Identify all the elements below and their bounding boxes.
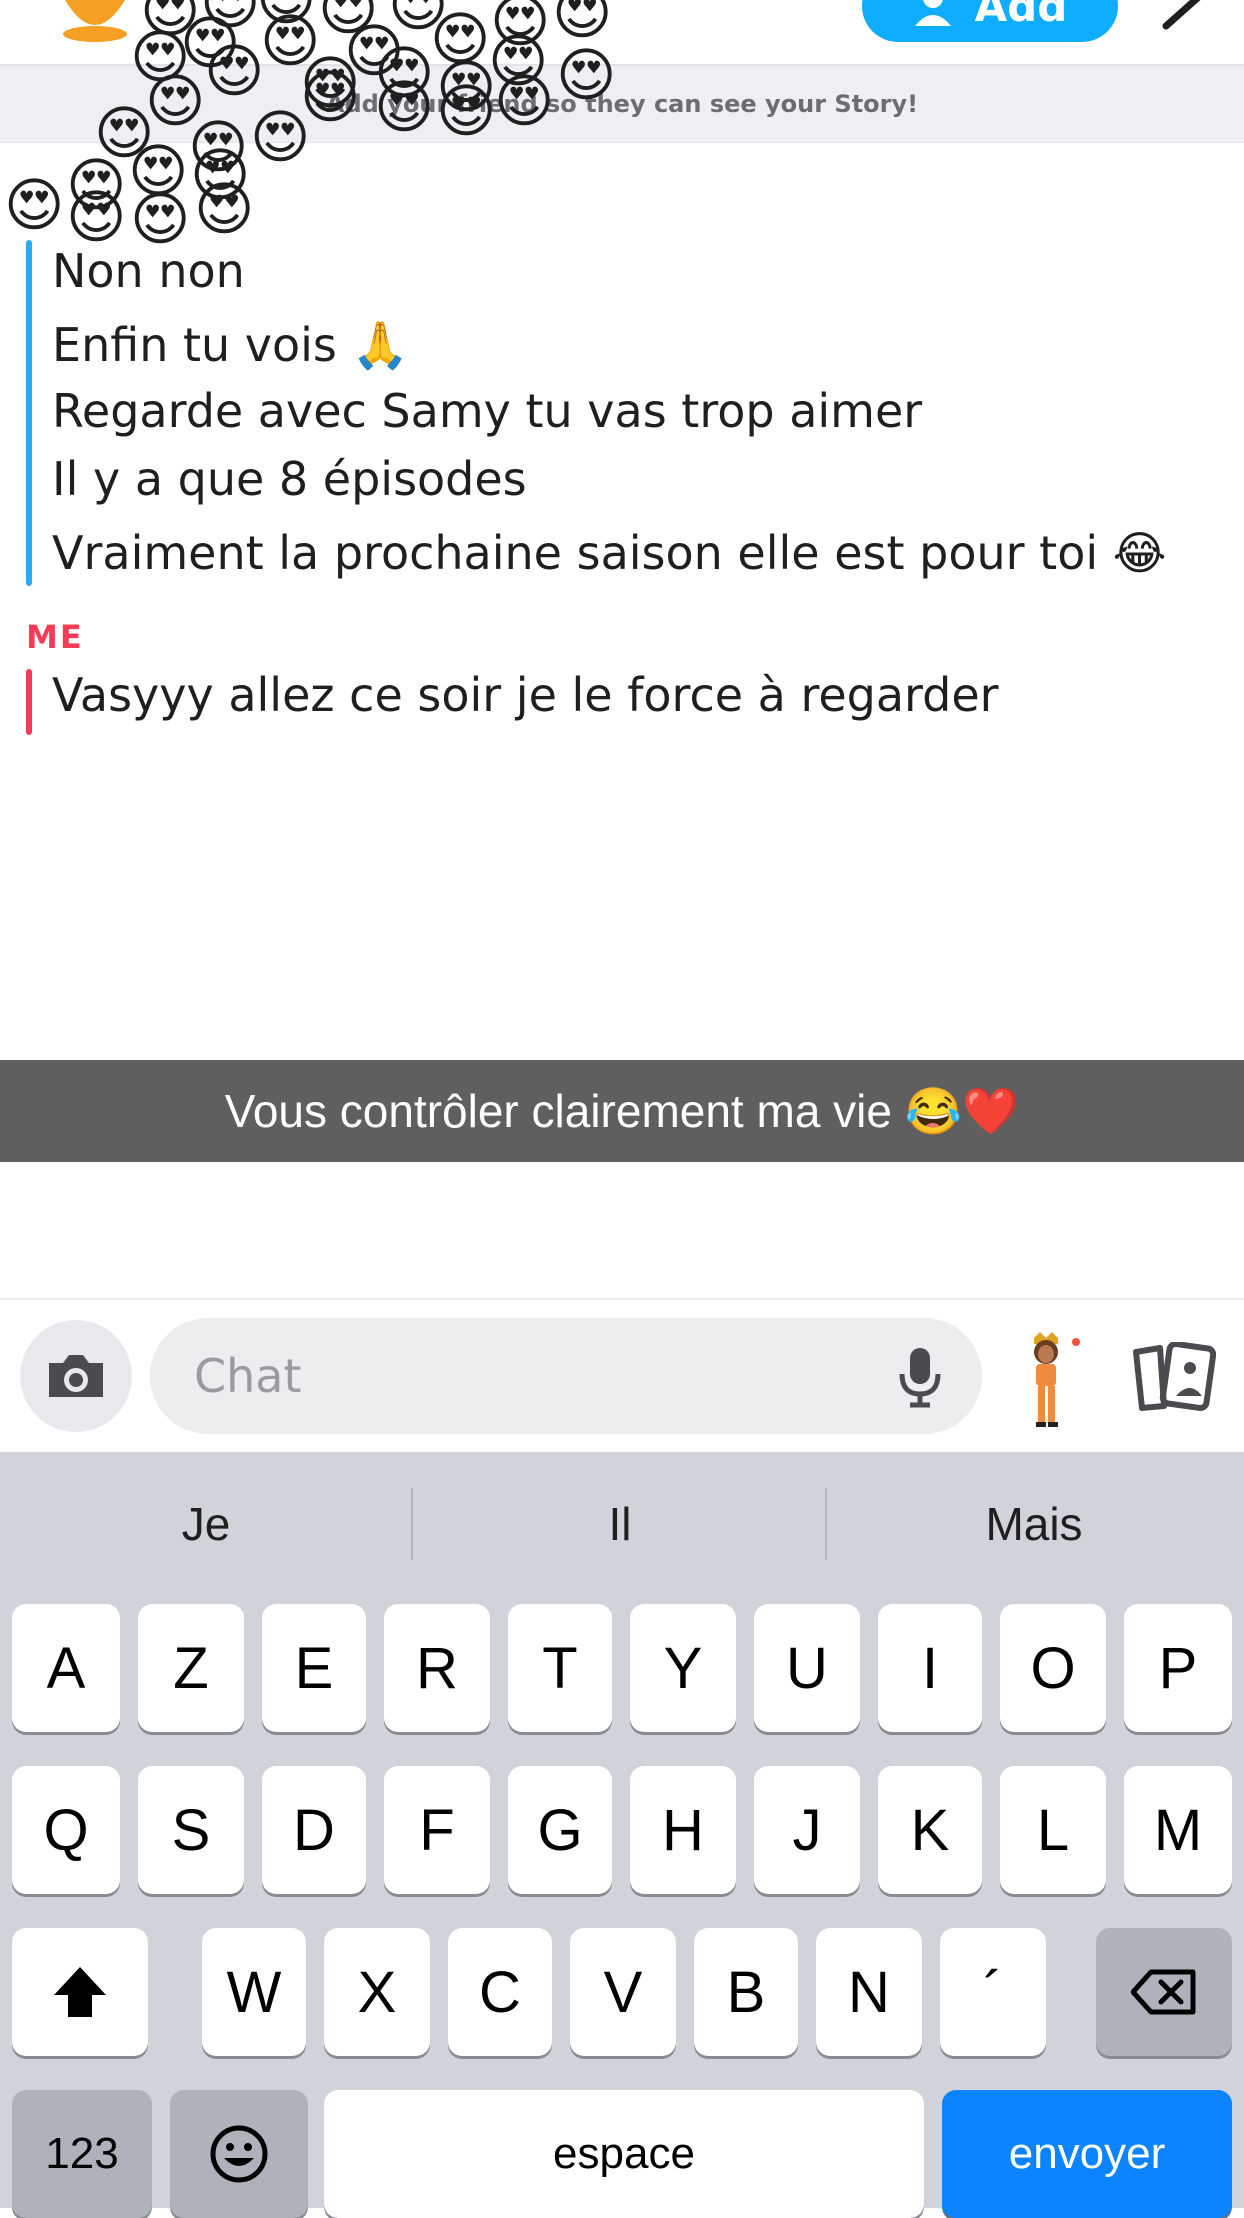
smiley-icon: [210, 2125, 268, 2183]
friend-message[interactable]: Non non: [52, 244, 245, 298]
key[interactable]: F: [384, 1766, 490, 1894]
heart-eyes-emoji-icon: 😍: [4, 171, 65, 239]
add-button-label: Add: [974, 0, 1068, 31]
bitmoji-avatar-icon[interactable]: [1012, 1330, 1082, 1430]
story-banner-text: Add your friend so they can see your Sto…: [325, 90, 919, 118]
emoji-key[interactable]: [170, 2090, 308, 2218]
heart-eyes-emoji-icon: 😍: [66, 183, 127, 251]
key[interactable]: L: [1000, 1766, 1106, 1894]
key[interactable]: Z: [138, 1604, 244, 1732]
chat-input[interactable]: [150, 1318, 982, 1434]
camera-icon: [49, 1355, 103, 1397]
key[interactable]: P: [1124, 1604, 1232, 1732]
heart-eyes-emoji-icon: 😍: [194, 175, 255, 243]
key[interactable]: M: [1124, 1766, 1232, 1894]
caption-text: Vous contrôler clairement ma vie 😂❤️: [224, 1084, 1020, 1137]
key[interactable]: N: [816, 1928, 922, 2056]
key[interactable]: S: [138, 1766, 244, 1894]
key[interactable]: H: [630, 1766, 736, 1894]
divider: [0, 1298, 1244, 1300]
friend-message[interactable]: Vraiment la prochaine saison elle est po…: [52, 526, 1167, 580]
key[interactable]: Q: [12, 1766, 120, 1894]
add-friend-icon: [914, 0, 951, 26]
key[interactable]: K: [878, 1766, 982, 1894]
space-key[interactable]: espace: [324, 2090, 924, 2218]
microphone-icon[interactable]: [896, 1346, 944, 1408]
key[interactable]: I: [878, 1604, 982, 1732]
pencil-icon[interactable]: [1160, 0, 1208, 30]
add-friend-button[interactable]: Add: [862, 0, 1118, 42]
key[interactable]: W: [202, 1928, 306, 2056]
key[interactable]: G: [508, 1766, 612, 1894]
story-banner: Add your friend so they can see your Sto…: [0, 66, 1244, 143]
backspace-icon: [1131, 1969, 1196, 2015]
shift-key[interactable]: [12, 1928, 148, 2056]
send-key[interactable]: envoyer: [942, 2090, 1232, 2218]
friend-message[interactable]: Enfin tu vois 🙏: [52, 318, 409, 373]
key[interactable]: X: [324, 1928, 430, 2056]
suggestion-divider: [411, 1488, 413, 1560]
suggestion-item[interactable]: Mais: [828, 1452, 1240, 1596]
me-message-bar: [26, 669, 32, 735]
key[interactable]: B: [694, 1928, 798, 2056]
key[interactable]: U: [754, 1604, 860, 1732]
camera-button[interactable]: [20, 1320, 132, 1432]
keyboard: Je Il Mais A Z E R T Y U I O P Q S D F G…: [0, 1452, 1244, 2218]
heart-eyes-emoji-icon: 😍: [66, 151, 127, 219]
me-sender-label: ME: [26, 618, 84, 656]
key[interactable]: E: [262, 1604, 366, 1732]
shift-arrow-icon: [54, 1967, 106, 2017]
key[interactable]: T: [508, 1604, 612, 1732]
suggestion-item[interactable]: Il: [414, 1452, 826, 1596]
friend-message-bar: [26, 240, 32, 586]
heart-eyes-emoji-icon: 😍: [190, 141, 251, 209]
memories-cards-icon[interactable]: [1132, 1342, 1216, 1412]
key[interactable]: O: [1000, 1604, 1106, 1732]
caption-overlay: Vous contrôler clairement ma vie 😂❤️: [0, 1060, 1244, 1162]
friend-avatar-icon[interactable]: [55, 0, 135, 42]
key[interactable]: D: [262, 1766, 366, 1894]
key[interactable]: J: [754, 1766, 860, 1894]
key[interactable]: V: [570, 1928, 676, 2056]
me-message[interactable]: Vasyyy allez ce soir je le force à regar…: [52, 668, 999, 722]
key[interactable]: A: [12, 1604, 120, 1732]
heart-eyes-emoji-icon: 😍: [130, 185, 191, 253]
key[interactable]: R: [384, 1604, 490, 1732]
heart-eyes-emoji-icon: 😍: [128, 137, 189, 205]
friend-message[interactable]: Il y a que 8 épisodes: [52, 452, 527, 506]
suggestion-item[interactable]: Je: [0, 1452, 412, 1596]
numbers-key[interactable]: 123: [12, 2090, 152, 2218]
backspace-key[interactable]: [1096, 1928, 1232, 2056]
key[interactable]: ´: [940, 1928, 1046, 2056]
key[interactable]: Y: [630, 1604, 736, 1732]
suggestion-divider: [825, 1488, 827, 1560]
key[interactable]: C: [448, 1928, 552, 2056]
friend-message[interactable]: Regarde avec Samy tu vas trop aimer: [52, 384, 922, 438]
